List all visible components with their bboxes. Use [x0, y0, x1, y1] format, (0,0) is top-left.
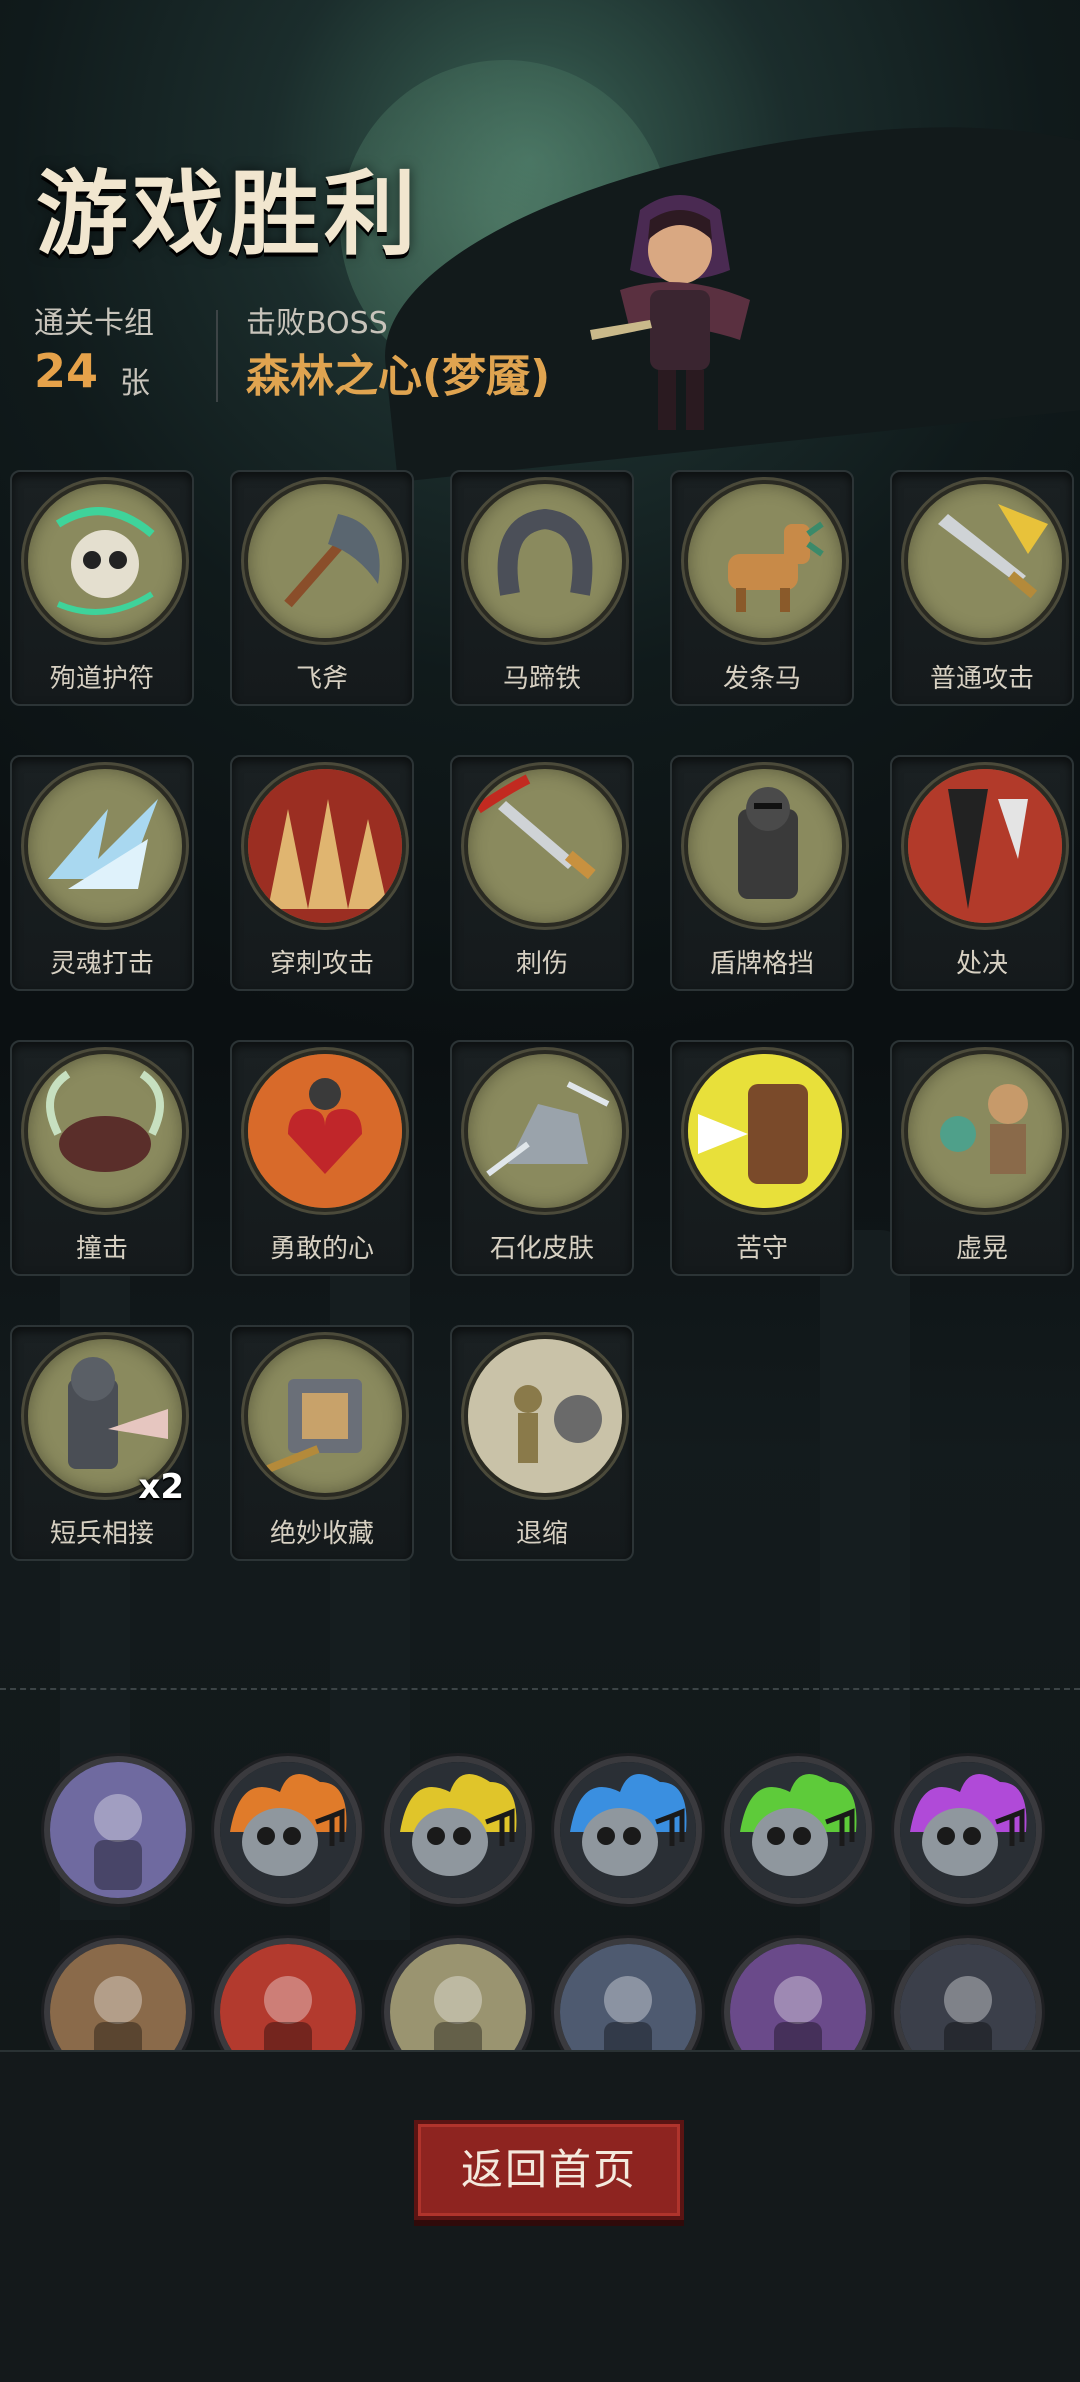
card-name: 灵魂打击 [49, 949, 154, 979]
boss-name: 森林之心(梦魇) [246, 351, 551, 402]
boxer-icon [904, 1050, 1066, 1212]
card-name: 穿刺攻击 [269, 949, 374, 979]
brave-heart-icon [244, 1050, 406, 1212]
deck-card[interactable]: 石化皮肤 [450, 1040, 634, 1276]
execute-icon [904, 765, 1066, 927]
relic-row-2 [0, 1930, 1080, 2050]
sword-icon [904, 480, 1066, 642]
stone-skin-icon [464, 1050, 626, 1212]
dagger-icon [464, 765, 626, 927]
flame-skull-green-icon[interactable] [724, 1756, 872, 1904]
flame-skull-orange-icon[interactable] [214, 1756, 362, 1904]
card-name: 飞斧 [295, 664, 348, 694]
deck-card[interactable]: 处决 [890, 755, 1074, 991]
card-name: 短兵相接 [49, 1519, 154, 1549]
shield-knight-icon [684, 765, 846, 927]
boar-icon [24, 1050, 186, 1212]
deck-card[interactable]: 发条马 [670, 470, 854, 706]
sword-ninja-icon[interactable] [894, 1938, 1042, 2050]
card-name: 处决 [955, 949, 1008, 979]
deck-card[interactable]: 普通攻击 [890, 470, 1074, 706]
deck-card[interactable]: 飞斧 [230, 470, 414, 706]
card-name: 虚晃 [955, 1234, 1008, 1264]
spikes-icon [244, 765, 406, 927]
card-name: 绝妙收藏 [269, 1519, 374, 1549]
card-name: 普通攻击 [929, 664, 1034, 694]
back-home-button[interactable]: 返回首页 [414, 2120, 684, 2220]
flame-skull-yellow-icon[interactable] [384, 1756, 532, 1904]
card-name: 石化皮肤 [489, 1234, 594, 1264]
ice-shards-icon [24, 765, 186, 927]
deck-card[interactable]: 虚晃 [890, 1040, 1074, 1276]
deck-card[interactable]: 绝妙收藏 [230, 1325, 414, 1561]
deck-card[interactable]: 苦守 [670, 1040, 854, 1276]
deck-card[interactable]: 灵魂打击 [10, 755, 194, 991]
horseshoe-icon [464, 480, 626, 642]
rose-blade-icon[interactable] [384, 1938, 532, 2050]
header-divider [216, 310, 218, 402]
red-skull-icon[interactable] [214, 1938, 362, 2050]
deck-label: 通关卡组 [34, 306, 154, 341]
card-name: 发条马 [722, 664, 801, 694]
card-count-badge: x2 [138, 1467, 184, 1507]
deck-unit: 张 [120, 366, 150, 401]
card-name: 马蹄铁 [502, 664, 581, 694]
deck-card[interactable]: 短兵相接 x2 [10, 1325, 194, 1561]
retreat-icon [464, 1335, 626, 1497]
card-name: 盾牌格挡 [709, 949, 814, 979]
flame-skull-blue-icon[interactable] [554, 1756, 702, 1904]
ghost-orc-icon[interactable] [554, 1938, 702, 2050]
deck-card[interactable]: 马蹄铁 [450, 470, 634, 706]
deck-card[interactable]: 退缩 [450, 1325, 634, 1561]
card-name: 勇敢的心 [269, 1234, 374, 1264]
card-name: 殉道护符 [49, 664, 154, 694]
red-cape-icon[interactable] [724, 1938, 872, 2050]
flame-skull-purple-icon[interactable] [894, 1756, 1042, 1904]
card-name: 退缩 [515, 1519, 568, 1549]
barrel-shield-icon [684, 1050, 846, 1212]
boss-label: 击败BOSS [246, 306, 388, 341]
deck-card[interactable]: 刺伤 [450, 755, 634, 991]
wind-up-horse-icon [684, 480, 846, 642]
hero-character-icon [580, 180, 780, 440]
section-divider [0, 1688, 1080, 1690]
deck-card[interactable]: 撞击 [10, 1040, 194, 1276]
deck-card[interactable]: 穿刺攻击 [230, 755, 414, 991]
page-title: 游戏胜利 [36, 161, 421, 268]
card-name: 苦守 [735, 1234, 788, 1264]
deck-card[interactable]: 勇敢的心 [230, 1040, 414, 1276]
deck-card[interactable]: 殉道护符 [10, 470, 194, 706]
treasure-book-icon [244, 1335, 406, 1497]
axe-icon [244, 480, 406, 642]
skull-amulet-icon [24, 480, 186, 642]
octopus-icon[interactable] [44, 1756, 192, 1904]
deck-count: 24 [34, 344, 99, 398]
deck-card[interactable]: 盾牌格挡 [670, 755, 854, 991]
warrior-icon[interactable] [44, 1938, 192, 2050]
card-name: 刺伤 [515, 949, 568, 979]
card-name: 撞击 [75, 1234, 128, 1264]
